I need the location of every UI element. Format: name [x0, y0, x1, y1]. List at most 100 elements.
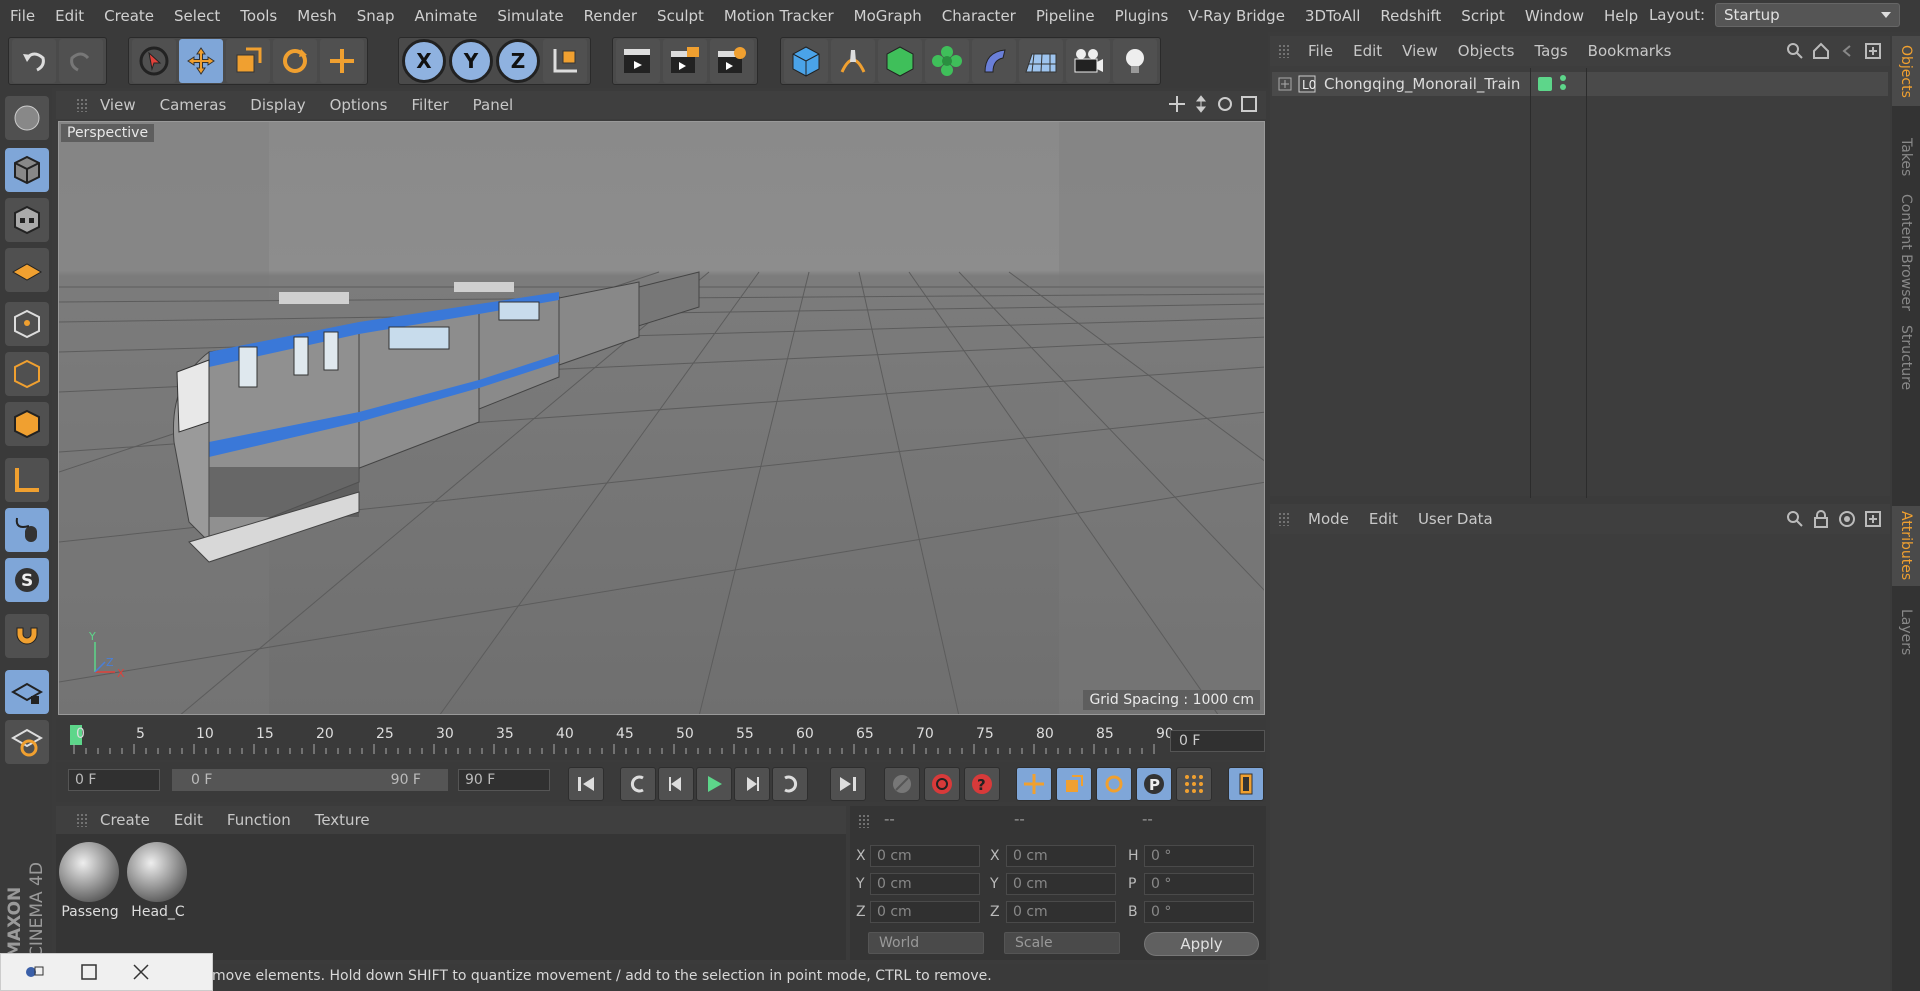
grip-icon[interactable] [1278, 512, 1290, 526]
material-swatch[interactable]: Head_C [127, 842, 189, 920]
attribute-menu-mode[interactable]: Mode [1298, 510, 1359, 528]
apply-button[interactable]: Apply [1144, 932, 1259, 956]
zoom-icon[interactable] [1192, 95, 1210, 113]
close-icon[interactable] [133, 964, 149, 980]
menu-snap[interactable]: Snap [347, 7, 405, 25]
maximize-icon[interactable] [1240, 95, 1258, 113]
rotation-p-field[interactable]: 0 ° [1144, 873, 1254, 895]
column-divider[interactable] [1530, 68, 1531, 498]
record-off-button[interactable] [884, 767, 920, 801]
home-icon[interactable] [1812, 42, 1830, 60]
menu-sculpt[interactable]: Sculpt [647, 7, 714, 25]
attribute-menu-user-data[interactable]: User Data [1408, 510, 1503, 528]
texture-mode-button[interactable] [5, 198, 49, 242]
previous-frame-button[interactable] [658, 767, 694, 801]
menu-mesh[interactable]: Mesh [287, 7, 347, 25]
key-position-button[interactable] [1016, 767, 1052, 801]
end-frame-field[interactable]: 90 F [458, 769, 550, 791]
attribute-menu-edit[interactable]: Edit [1359, 510, 1408, 528]
y-axis-lock-button[interactable]: Y [449, 39, 493, 83]
search-icon[interactable] [1786, 42, 1804, 60]
size-y-field[interactable]: 0 cm [1006, 873, 1116, 895]
edges-mode-button[interactable] [5, 352, 49, 396]
menu-help[interactable]: Help [1594, 7, 1648, 25]
object-tree-item[interactable]: L0 Chongqing_Monorail_Train [1272, 72, 1888, 96]
record-button[interactable] [924, 767, 960, 801]
start-frame-field[interactable]: 0 F [68, 769, 160, 791]
back-icon[interactable] [1838, 42, 1856, 60]
points-mode-button[interactable] [5, 302, 49, 346]
go-to-start-button[interactable] [568, 767, 604, 801]
autokey-button[interactable]: ? [964, 767, 1000, 801]
key-scale-button[interactable] [1056, 767, 1092, 801]
locked-workplane-button[interactable] [5, 670, 49, 714]
position-x-field[interactable]: 0 cm [870, 845, 980, 867]
select-tool-button[interactable] [132, 39, 176, 83]
axis-mode-button[interactable] [5, 458, 49, 502]
layout-dropdown[interactable]: Startup [1715, 3, 1900, 27]
menu-create[interactable]: Create [94, 7, 164, 25]
object-name[interactable]: Chongqing_Monorail_Train [1324, 75, 1520, 93]
pen-spline-button[interactable] [831, 39, 875, 83]
object-menu-file[interactable]: File [1298, 42, 1343, 60]
size-mode-dropdown[interactable]: Scale [1004, 932, 1120, 954]
search-icon[interactable] [1786, 510, 1804, 528]
viewport-menu-panel[interactable]: Panel [461, 96, 525, 114]
planar-workplane-button[interactable] [5, 720, 49, 764]
next-frame-button[interactable] [734, 767, 770, 801]
redo-button[interactable] [59, 39, 103, 83]
menu-3dtoall[interactable]: 3DToAll [1295, 7, 1370, 25]
tweak-mode-button[interactable] [5, 508, 49, 552]
lock-icon[interactable] [1812, 510, 1830, 528]
material-menu-function[interactable]: Function [215, 811, 303, 829]
object-menu-objects[interactable]: Objects [1448, 42, 1525, 60]
key-pla-button[interactable] [1176, 767, 1212, 801]
menu-vray-bridge[interactable]: V-Ray Bridge [1178, 7, 1295, 25]
material-menu-create[interactable]: Create [88, 811, 162, 829]
light-button[interactable] [1113, 39, 1157, 83]
render-visibility-dot[interactable] [1560, 84, 1566, 90]
menu-render[interactable]: Render [574, 7, 647, 25]
menu-animate[interactable]: Animate [405, 7, 488, 25]
new-window-icon[interactable] [1864, 510, 1882, 528]
previous-key-button[interactable] [620, 767, 656, 801]
object-menu-edit[interactable]: Edit [1343, 42, 1392, 60]
subdivision-surface-button[interactable] [878, 39, 922, 83]
object-menu-tags[interactable]: Tags [1524, 42, 1577, 60]
timeline-ruler[interactable]: 0 5 10 15 20 25 30 35 40 45 50 55 60 65 70 75 80 85 90 [56, 718, 1266, 760]
material-menu-edit[interactable]: Edit [162, 811, 215, 829]
current-frame-field[interactable]: 0 F [1170, 730, 1265, 752]
go-to-end-button[interactable] [830, 767, 866, 801]
frame-range-slider[interactable]: 0 F 90 F [172, 769, 448, 791]
key-rotation-button[interactable] [1096, 767, 1132, 801]
scale-tool-button[interactable] [226, 39, 270, 83]
key-parameter-button[interactable]: P [1136, 767, 1172, 801]
object-menu-bookmarks[interactable]: Bookmarks [1578, 42, 1682, 60]
live-selection-button[interactable] [320, 39, 364, 83]
maximize-window-icon[interactable] [81, 964, 97, 980]
rotate-tool-button[interactable] [273, 39, 317, 83]
viewport-camera-label[interactable]: Perspective [61, 124, 155, 142]
editor-visibility-dot[interactable] [1560, 75, 1566, 81]
menu-script[interactable]: Script [1451, 7, 1515, 25]
snap-button[interactable]: S [5, 558, 49, 602]
coordinate-system-button[interactable] [543, 39, 587, 83]
perspective-viewport[interactable]: Y Z X Perspective Grid Spacing : 1000 cm [58, 121, 1265, 715]
viewport-menu-filter[interactable]: Filter [399, 96, 460, 114]
polygons-mode-button[interactable] [5, 402, 49, 446]
rotation-b-field[interactable]: 0 ° [1144, 901, 1254, 923]
material-menu-texture[interactable]: Texture [303, 811, 382, 829]
cloner-button[interactable] [925, 39, 969, 83]
play-button[interactable] [696, 767, 732, 801]
tab-structure[interactable]: Structure [1892, 308, 1920, 408]
menu-simulate[interactable]: Simulate [487, 7, 573, 25]
grip-icon[interactable] [858, 814, 870, 828]
render-view-button[interactable] [616, 39, 660, 83]
object-menu-view[interactable]: View [1392, 42, 1448, 60]
size-x-field[interactable]: 0 cm [1006, 845, 1116, 867]
floor-button[interactable] [1019, 39, 1063, 83]
camera-button[interactable] [1066, 39, 1110, 83]
workplane-mode-button[interactable] [5, 248, 49, 292]
menu-motion-tracker[interactable]: Motion Tracker [714, 7, 844, 25]
menu-mograph[interactable]: MoGraph [844, 7, 932, 25]
